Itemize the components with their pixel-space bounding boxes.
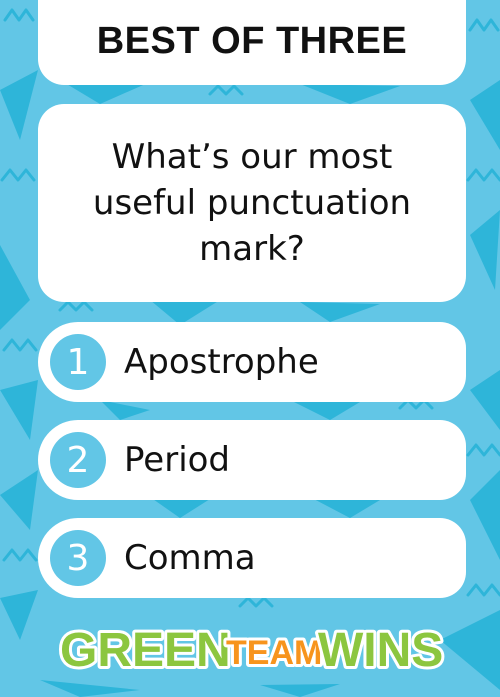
title-card: BEST OF THREE [38,0,466,85]
answer-label: Comma [124,538,256,578]
answer-label: Period [124,440,231,480]
answer-label: Apostrophe [124,342,319,382]
logo-word-green: GREEN [60,624,231,677]
answer-number-badge: 2 [50,432,106,488]
answer-option-3[interactable]: 3 Comma [38,518,466,598]
green-team-wins-logo: GREEN TEAM WINS [0,612,500,682]
answer-number-badge: 1 [50,334,106,390]
answer-number-badge: 3 [50,530,106,586]
question-card: What’s our most useful punctuation mark? [38,104,466,302]
answer-option-1[interactable]: 1 Apostrophe [38,322,466,402]
question-text: What’s our most useful punctuation mark? [92,137,412,269]
logo-word-team: TEAM [226,634,322,672]
answer-option-2[interactable]: 2 Period [38,420,466,500]
logo-word-wins: WINS [318,624,443,677]
page-title: BEST OF THREE [96,20,408,62]
